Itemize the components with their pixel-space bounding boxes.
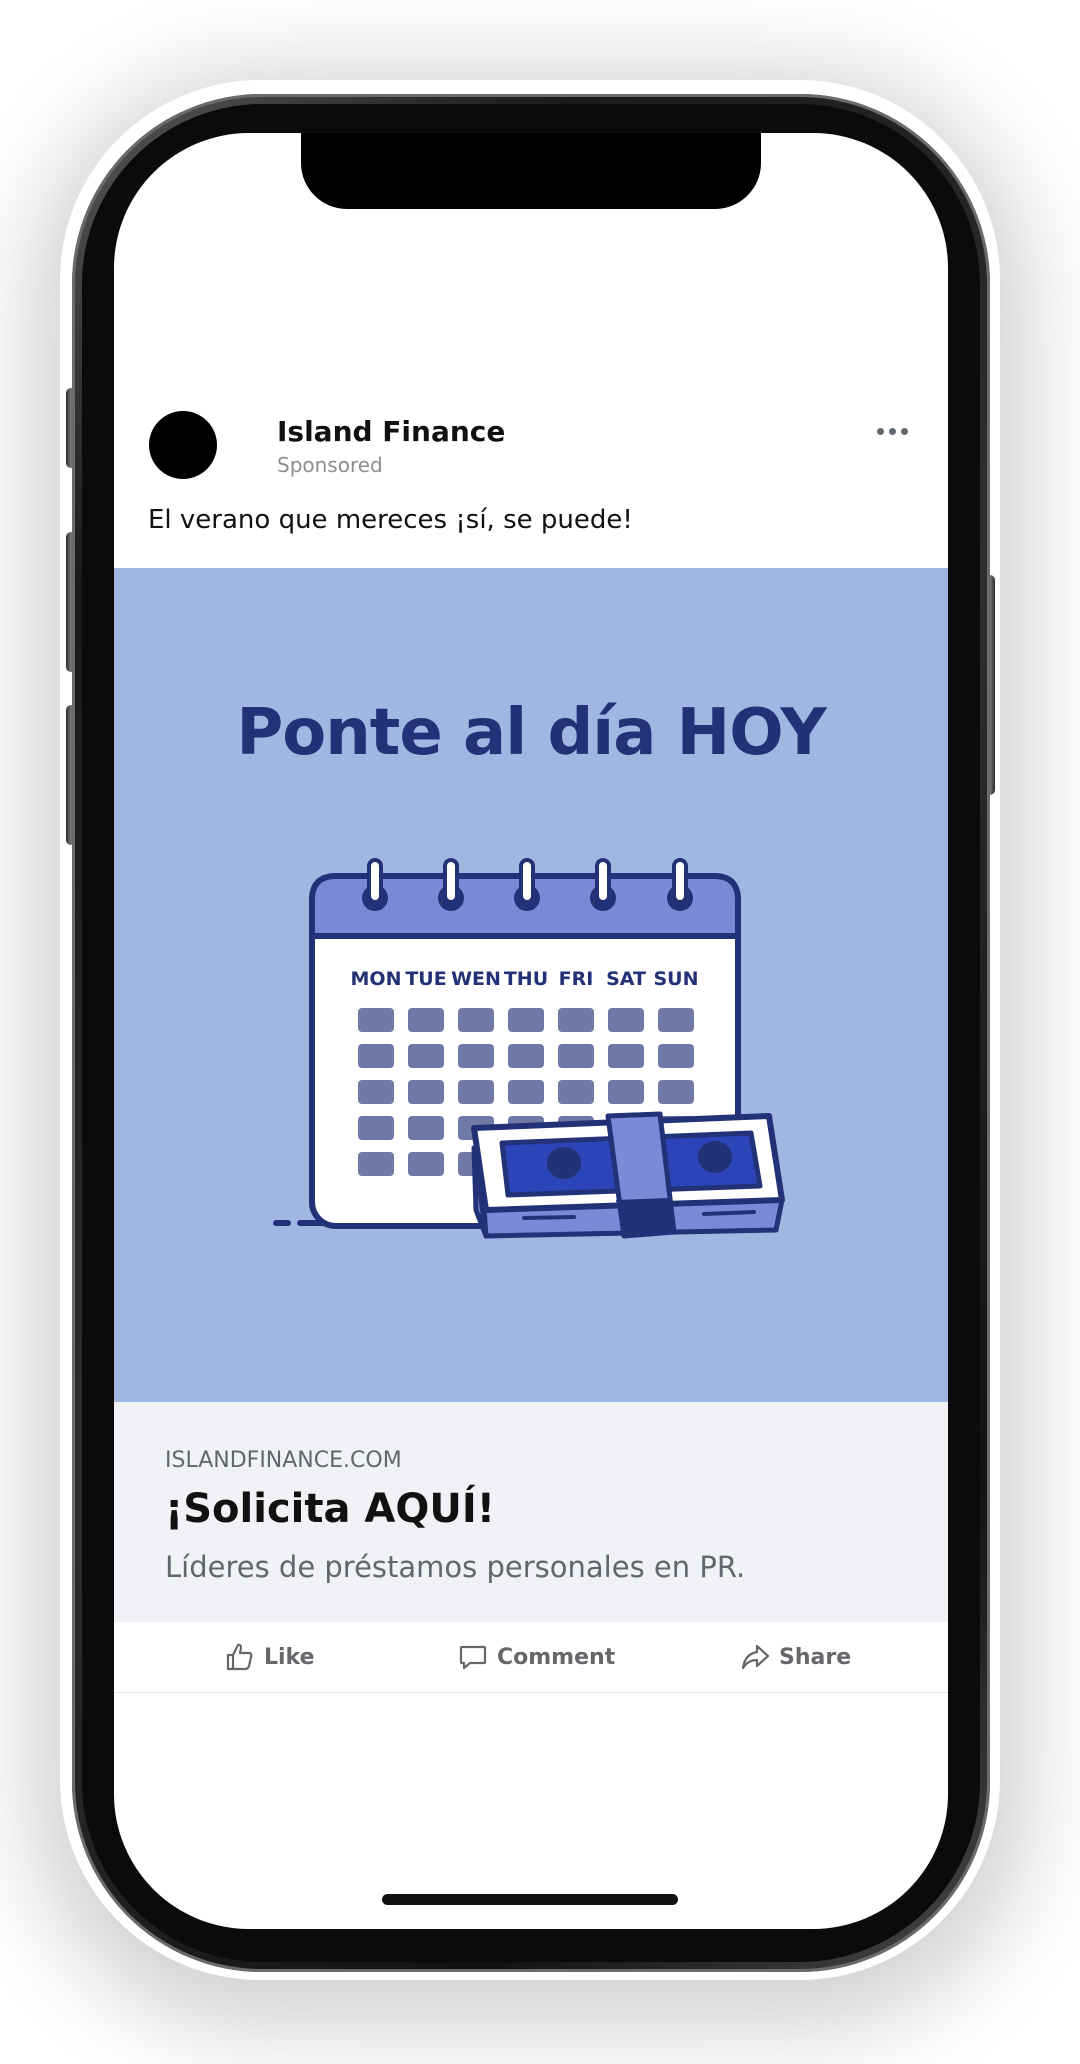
calendar-cell [358, 1008, 394, 1032]
calendar-cell [458, 1008, 494, 1032]
post-actions: Like Comment Share [114, 1622, 948, 1693]
more-options-icon[interactable] [873, 421, 913, 441]
calendar-cell [558, 1008, 594, 1032]
comment-label: Comment [497, 1644, 616, 1670]
link-domain: ISLANDFINANCE.COM [165, 1448, 402, 1473]
calendar-day-sun: SUN [653, 968, 698, 990]
like-button[interactable]: Like [224, 1622, 315, 1692]
thumbs-up-icon [226, 1643, 253, 1671]
sponsored-label: Sponsored [277, 453, 383, 477]
calendar-cell [408, 1044, 444, 1068]
calendar-cell [558, 1044, 594, 1068]
comment-button[interactable]: Comment [457, 1622, 615, 1692]
share-icon [741, 1644, 770, 1670]
calendar-cell [658, 1080, 694, 1104]
link-preview[interactable]: ISLANDFINANCE.COM ¡Solicita AQUÍ! Lídere… [114, 1402, 948, 1622]
calendar-cell [608, 1044, 644, 1068]
calendar-cell [358, 1080, 394, 1104]
calendar-cell [408, 1008, 444, 1032]
calendar-day-fri: FRI [559, 968, 594, 990]
post-caption: El verano que mereces ¡sí, se puede! [148, 505, 633, 535]
calendar-day-mon: MON [351, 968, 402, 990]
calendar-cell [508, 1008, 544, 1032]
link-description: Líderes de préstamos personales en PR. [165, 1550, 746, 1584]
share-button[interactable]: Share [739, 1622, 851, 1692]
calendar-cell [458, 1080, 494, 1104]
page-name[interactable]: Island Finance [277, 415, 505, 448]
calendar-cell [358, 1152, 394, 1176]
notch [301, 133, 761, 209]
calendar-cell [508, 1080, 544, 1104]
home-indicator [382, 1894, 678, 1905]
calendar-cell [458, 1044, 494, 1068]
calendar-cell [508, 1044, 544, 1068]
calendar-cell [358, 1116, 394, 1140]
calendar-day-sat: SAT [606, 968, 646, 990]
calendar-cell [658, 1044, 694, 1068]
calendar-cell [608, 1008, 644, 1032]
phone-screen: Island Finance Sponsored El verano que m… [114, 133, 948, 1929]
calendar-cell [608, 1080, 644, 1104]
share-label: Share [779, 1644, 852, 1670]
post-header: Island Finance Sponsored [149, 411, 913, 483]
calendar-cell [408, 1080, 444, 1104]
like-label: Like [264, 1644, 315, 1670]
calendar-money-illustration: MON TUE WEN THU FRI SAT SUN [273, 858, 785, 1239]
avatar[interactable] [149, 411, 217, 479]
money-stack-icon [471, 1111, 785, 1239]
link-title[interactable]: ¡Solicita AQUÍ! [165, 1486, 495, 1532]
calendar-cell [658, 1008, 694, 1032]
ad-creative[interactable]: Ponte al día HOY MON TUE WEN THU FRI SAT… [114, 568, 948, 1402]
calendar-cell [408, 1152, 444, 1176]
calendar-day-wen: WEN [451, 968, 501, 990]
calendar-cell [558, 1080, 594, 1104]
calendar-cell [358, 1044, 394, 1068]
calendar-day-thu: THU [504, 968, 548, 990]
calendar-cell [408, 1116, 444, 1140]
calendar-day-tue: TUE [405, 968, 446, 990]
comment-icon [459, 1645, 487, 1670]
